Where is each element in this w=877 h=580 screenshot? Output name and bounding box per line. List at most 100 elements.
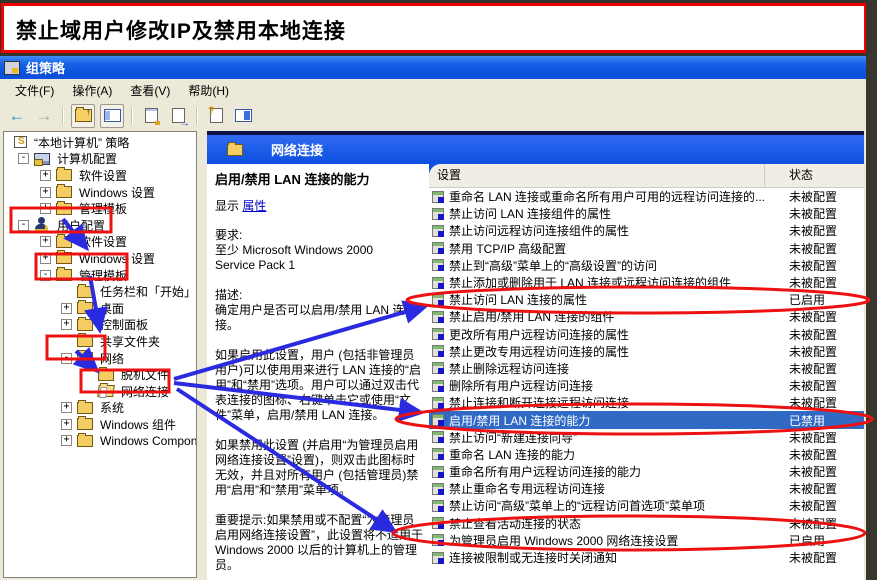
- tree-item-node[interactable]: + Windows 设置: [4, 184, 196, 201]
- tree-item-node[interactable]: + Windows 组件: [4, 416, 196, 433]
- forward-button[interactable]: [33, 105, 55, 127]
- export-list-button[interactable]: [167, 105, 189, 127]
- expander-icon[interactable]: +: [40, 252, 51, 264]
- policy-row[interactable]: 重命名所有用户远程访问连接的能力 未被配置: [429, 463, 864, 480]
- tree-item-label: 脱机文件: [121, 368, 170, 383]
- policy-row[interactable]: 重命名 LAN 连接或重命名所有用户可用的远程访问连接的... 未被配置: [429, 188, 864, 205]
- expander-icon[interactable]: +: [61, 302, 72, 314]
- expander-icon[interactable]: +: [40, 236, 51, 248]
- tree-item-node[interactable]: - 管理模板: [4, 267, 196, 284]
- policy-status: 未被配置: [789, 310, 838, 325]
- expander-icon[interactable]: +: [40, 203, 51, 215]
- tree-item-label: Windows Components: [100, 433, 197, 448]
- expander-icon[interactable]: +: [61, 402, 72, 414]
- export-list-icon: [171, 108, 185, 123]
- tree-item-node[interactable]: 任务栏和「开始」菜: [4, 283, 196, 300]
- expander-icon[interactable]: +: [40, 186, 51, 198]
- group-policy-window: 组策略 文件(F)操作(A)查看(V)帮助(H) “本地计算机” 策略 - 计算…: [0, 56, 867, 580]
- expander-icon[interactable]: -: [61, 352, 72, 364]
- policy-row[interactable]: 为管理员启用 Windows 2000 网络连接设置 已启用: [429, 532, 864, 549]
- tree-item-selected[interactable]: 网络连接: [4, 383, 196, 400]
- policy-row[interactable]: 连接被限制或无连接时关闭通知 未被配置: [429, 549, 864, 566]
- policy-row[interactable]: 禁止更改专用远程访问连接的属性 未被配置: [429, 343, 864, 360]
- policy-row[interactable]: 禁止访问“新建连接向导” 未被配置: [429, 429, 864, 446]
- policy-status: 未被配置: [789, 327, 838, 342]
- menu-item[interactable]: 操作(A): [63, 80, 121, 101]
- tree-item-node[interactable]: + 桌面: [4, 300, 196, 317]
- expander-icon[interactable]: +: [40, 169, 51, 181]
- policy-row[interactable]: 禁用 TCP/IP 高级配置 未被配置: [429, 240, 864, 257]
- expander-icon[interactable]: -: [40, 269, 51, 281]
- show-hide-console-tree-icon: [103, 109, 121, 122]
- policy-setting-name: 禁止访问“新建连接向导”: [449, 430, 577, 445]
- folder-icon: [56, 233, 72, 248]
- tree-item-node[interactable]: - 用户配置: [4, 217, 196, 234]
- folder-icon: [56, 200, 72, 215]
- show-hide-console-tree-button[interactable]: [100, 103, 124, 128]
- tree-item-node[interactable]: - 计算机配置: [4, 151, 196, 168]
- tree-item-node[interactable]: “本地计算机” 策略: [4, 134, 196, 151]
- column-header-status[interactable]: 状态: [765, 164, 864, 187]
- description-label: 描述:: [215, 288, 243, 302]
- policy-icon: [432, 207, 444, 220]
- policy-setting-name: 重命名 LAN 连接或重命名所有用户可用的远程访问连接的...: [449, 190, 765, 205]
- back-button[interactable]: [6, 105, 28, 127]
- menu-item[interactable]: 文件(F): [6, 80, 63, 101]
- expander-icon[interactable]: +: [61, 435, 72, 447]
- policy-icon: [432, 465, 444, 478]
- policy-icon: [432, 396, 444, 409]
- tree-item-label: 软件设置: [79, 168, 128, 183]
- help-button[interactable]: [205, 105, 227, 127]
- policy-row[interactable]: 更改所有用户远程访问连接的属性 未被配置: [429, 326, 864, 343]
- properties-button[interactable]: [140, 105, 162, 127]
- menu-item[interactable]: 帮助(H): [179, 80, 238, 101]
- setting-title: 启用/禁用 LAN 连接的能力: [215, 172, 370, 187]
- policy-row[interactable]: 禁止到“高级”菜单上的“高级设置”的访问 未被配置: [429, 257, 864, 274]
- tree-item-node[interactable]: + 控制面板: [4, 316, 196, 334]
- tree-item-node[interactable]: + Windows 设置: [4, 250, 196, 267]
- menu-item[interactable]: 查看(V): [121, 80, 179, 101]
- description-paragraph: 如果禁用此设置 (并启用“为管理员启用网络连接设置”设置)，则双击此图标时无效，…: [215, 438, 419, 497]
- policy-row[interactable]: 禁止访问“高级”菜单上的“远程访问首选项”菜单项 未被配置: [429, 497, 864, 514]
- policy-row[interactable]: 禁止添加或删除用于 LAN 连接或远程访问连接的组件 未被配置: [429, 274, 864, 291]
- tree-item-node[interactable]: + 管理模板: [4, 200, 196, 217]
- policy-row[interactable]: 禁止启用/禁用 LAN 连接的组件 未被配置: [429, 308, 864, 325]
- expander-icon[interactable]: -: [18, 219, 29, 231]
- policy-icon: [432, 431, 444, 444]
- policy-row[interactable]: 禁止重命名专用远程访问连接 未被配置: [429, 480, 864, 497]
- policy-row[interactable]: 删除所有用户远程访问连接 未被配置: [429, 377, 864, 394]
- up-one-level-button[interactable]: [71, 103, 95, 128]
- banner-title: 网络连接: [271, 143, 324, 158]
- properties-link[interactable]: 属性: [242, 199, 266, 213]
- policy-setting-name: 启用/禁用 LAN 连接的能力: [449, 413, 591, 428]
- title-bar[interactable]: 组策略: [0, 56, 866, 79]
- column-header-setting[interactable]: 设置: [429, 164, 765, 187]
- policy-row[interactable]: 禁止访问 LAN 连接的属性 已启用: [429, 291, 864, 308]
- expander-icon[interactable]: +: [61, 418, 72, 430]
- policy-row[interactable]: 禁止查看活动连接的状态 未被配置: [429, 515, 864, 532]
- policy-icon: [432, 499, 444, 512]
- policy-row[interactable]: 禁止删除远程访问连接 未被配置: [429, 360, 864, 377]
- tree-item-node[interactable]: 脱机文件: [4, 366, 196, 383]
- policy-row[interactable]: 重命名 LAN 连接的能力 未被配置: [429, 446, 864, 463]
- tree-item-node[interactable]: + Windows Components: [4, 432, 197, 450]
- tree-item-node[interactable]: + 软件设置: [4, 167, 196, 184]
- expander-icon[interactable]: +: [61, 319, 72, 331]
- settings-list-card: 设置 状态 重命名 LAN 连接或重命名所有用户可用的远程访问连接的... 未被…: [429, 164, 864, 580]
- policy-row[interactable]: 禁止连接和断开连接远程访问连接 未被配置: [429, 394, 864, 411]
- extended-view-button[interactable]: [232, 105, 254, 127]
- folder-icon: [77, 283, 93, 298]
- expander-icon[interactable]: -: [18, 153, 29, 165]
- policy-row[interactable]: 启用/禁用 LAN 连接的能力 已禁用: [429, 411, 864, 429]
- tree-item-node[interactable]: + 系统: [4, 399, 196, 417]
- tree-item-node[interactable]: - 网络: [4, 350, 196, 367]
- policy-row[interactable]: 禁止访问 LAN 连接组件的属性 未被配置: [429, 205, 864, 222]
- window-title: 组策略: [26, 61, 66, 76]
- computer-icon: [34, 152, 50, 166]
- policy-row[interactable]: 禁止访问远程访问连接组件的属性 未被配置: [429, 222, 864, 239]
- tree-item-node[interactable]: 共享文件夹: [4, 333, 196, 350]
- tree-item-node[interactable]: + 软件设置: [4, 233, 196, 251]
- policy-icon: [432, 310, 444, 323]
- policy-status: 未被配置: [789, 258, 838, 273]
- policy-icon: [432, 242, 444, 255]
